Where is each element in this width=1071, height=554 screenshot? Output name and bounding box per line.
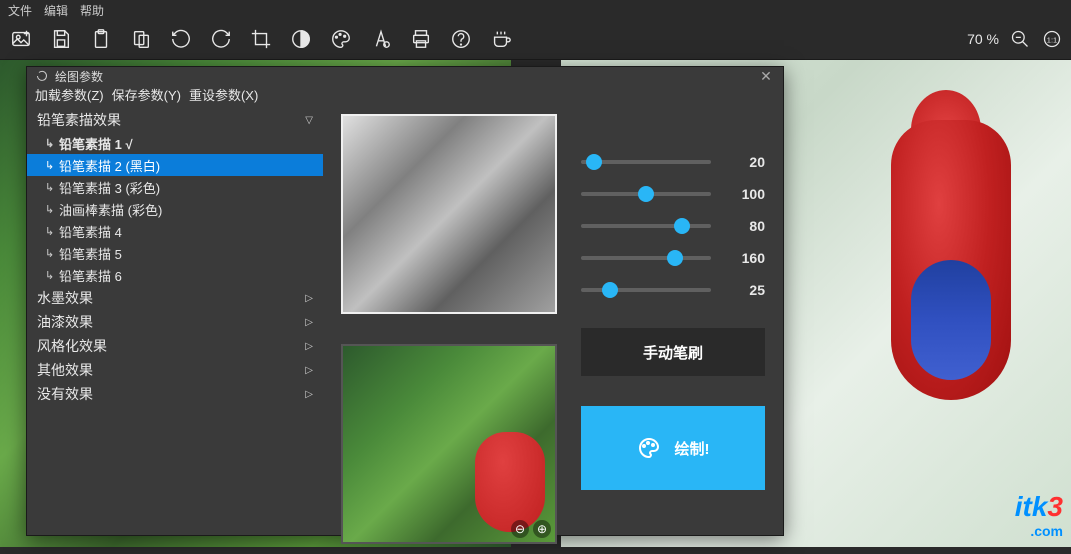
slider-panel: 20 100 80 160 25 手动笔刷 [581,114,765,544]
preview-original: ⊖ ⊕ [341,344,557,544]
clipboard-icon[interactable] [88,26,114,52]
chevron-right-icon: ▷ [305,317,313,328]
slider-thumb[interactable] [638,186,654,202]
slider-3: 80 [581,218,765,234]
help-icon[interactable] [448,26,474,52]
preset-pencil-6[interactable]: ↳铅笔素描 6 [27,264,323,286]
preset-pencil-2-bw[interactable]: ↳铅笔素描 2 (黑白) [27,154,323,176]
slider-2-track[interactable] [581,192,711,196]
dialog-title: 绘图参数 [55,68,103,85]
watermark: itk3 .com [1015,491,1063,539]
return-arrow-icon: ↳ [45,247,59,260]
refresh-icon [35,69,49,83]
return-arrow-icon: ↳ [45,181,59,194]
zoom-level: 70 % [967,31,999,47]
paste-icon[interactable] [128,26,154,52]
preview-zoom-in-icon[interactable]: ⊕ [533,520,551,538]
return-arrow-icon: ↳ [45,269,59,282]
category-style[interactable]: 风格化效果▷ [27,334,323,358]
slider-thumb[interactable] [586,154,602,170]
return-arrow-icon: ↳ [45,225,59,238]
preview-sketch [341,114,557,314]
contrast-icon[interactable] [288,26,314,52]
preset-sidebar: 铅笔素描效果▽ ↳铅笔素描 1 √ ↳铅笔素描 2 (黑白) ↳铅笔素描 3 (… [27,104,323,554]
slider-thumb[interactable] [667,250,683,266]
preview-zoom-out-icon[interactable]: ⊖ [511,520,529,538]
category-none[interactable]: 没有效果▷ [27,382,323,406]
slider-3-value: 80 [725,218,765,234]
slider-thumb[interactable] [674,218,690,234]
menu-file[interactable]: 文件 [8,2,32,16]
chevron-right-icon: ▷ [305,389,313,400]
slider-4-value: 160 [725,250,765,266]
close-icon[interactable]: ✕ [757,67,775,85]
slider-5: 25 [581,282,765,298]
return-arrow-icon: ↳ [45,203,59,216]
crop-icon[interactable] [248,26,274,52]
return-arrow-icon: ↳ [45,137,59,150]
return-arrow-icon: ↳ [45,159,59,172]
chevron-right-icon: ▷ [305,341,313,352]
slider-2-value: 100 [725,186,765,202]
palette-icon [637,436,661,460]
text-icon[interactable] [368,26,394,52]
manual-brush-button[interactable]: 手动笔刷 [581,328,765,376]
slider-1: 20 [581,154,765,170]
slider-4: 160 [581,250,765,266]
save-icon[interactable] [48,26,74,52]
slider-2: 100 [581,186,765,202]
slider-5-value: 25 [725,282,765,298]
slider-4-track[interactable] [581,256,711,260]
slider-3-track[interactable] [581,224,711,228]
slider-thumb[interactable] [602,282,618,298]
drawing-params-dialog: 绘图参数 ✕ 加载参数(Z) 保存参数(Y) 重设参数(X) 铅笔素描效果▽ ↳… [26,66,784,536]
chevron-right-icon: ▷ [305,365,313,376]
preset-pencil-1[interactable]: ↳铅笔素描 1 √ [27,132,323,154]
dialog-titlebar[interactable]: 绘图参数 ✕ [27,67,783,85]
category-pencil[interactable]: 铅笔素描效果▽ [27,108,323,132]
save-params-menu[interactable]: 保存参数(Y) [112,85,181,104]
reset-params-menu[interactable]: 重设参数(X) [189,85,258,104]
redo-icon[interactable] [208,26,234,52]
print-icon[interactable] [408,26,434,52]
slider-1-track[interactable] [581,160,711,164]
svg-text:1:1: 1:1 [1047,35,1057,44]
preset-pencil-5[interactable]: ↳铅笔素描 5 [27,242,323,264]
open-image-icon[interactable] [8,26,34,52]
undo-icon[interactable] [168,26,194,52]
menubar: 文件 编辑 帮助 [0,0,1071,18]
zoom-controls: 70 % 1:1 [967,28,1063,50]
toolbar: 70 % 1:1 [0,18,1071,60]
zoom-fit-icon[interactable]: 1:1 [1041,28,1063,50]
menu-edit[interactable]: 编辑 [44,2,68,16]
draw-button[interactable]: 绘制! [581,406,765,490]
slider-5-track[interactable] [581,288,711,292]
preset-pencil-4[interactable]: ↳铅笔素描 4 [27,220,323,242]
category-paint[interactable]: 油漆效果▷ [27,310,323,334]
preset-pencil-3-color[interactable]: ↳铅笔素描 3 (彩色) [27,176,323,198]
parrot-image [861,80,1041,480]
coffee-icon[interactable] [488,26,514,52]
palette-icon[interactable] [328,26,354,52]
load-params-menu[interactable]: 加载参数(Z) [35,85,104,104]
category-other[interactable]: 其他效果▷ [27,358,323,382]
dialog-menu: 加载参数(Z) 保存参数(Y) 重设参数(X) [27,85,783,104]
category-ink[interactable]: 水墨效果▷ [27,286,323,310]
chevron-down-icon: ▽ [305,115,313,126]
slider-1-value: 20 [725,154,765,170]
menu-help[interactable]: 帮助 [80,2,104,16]
chevron-right-icon: ▷ [305,293,313,304]
preset-oilpastel-color[interactable]: ↳油画棒素描 (彩色) [27,198,323,220]
zoom-out-icon[interactable] [1009,28,1031,50]
